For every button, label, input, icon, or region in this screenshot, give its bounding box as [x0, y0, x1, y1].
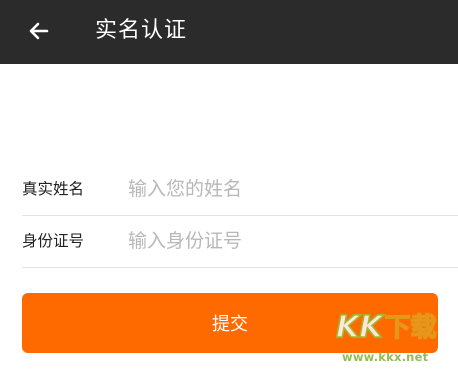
back-button[interactable]	[22, 14, 56, 48]
watermark-logo: K K 下载 www.kkx.net	[335, 306, 454, 368]
id-number-row: 身份证号	[22, 215, 458, 268]
name-row: 真实姓名	[22, 163, 458, 216]
arrow-left-icon	[29, 22, 49, 40]
name-input[interactable]	[128, 169, 448, 209]
name-label: 真实姓名	[22, 180, 85, 198]
page-title: 实名认证	[95, 18, 188, 43]
watermark-url: www.kkx.net	[342, 350, 429, 364]
header-bar: 实名认证	[0, 0, 458, 64]
id-number-label: 身份证号	[22, 232, 85, 250]
watermark-brand-mark: K K 下载	[335, 309, 437, 346]
id-number-input[interactable]	[128, 221, 448, 261]
